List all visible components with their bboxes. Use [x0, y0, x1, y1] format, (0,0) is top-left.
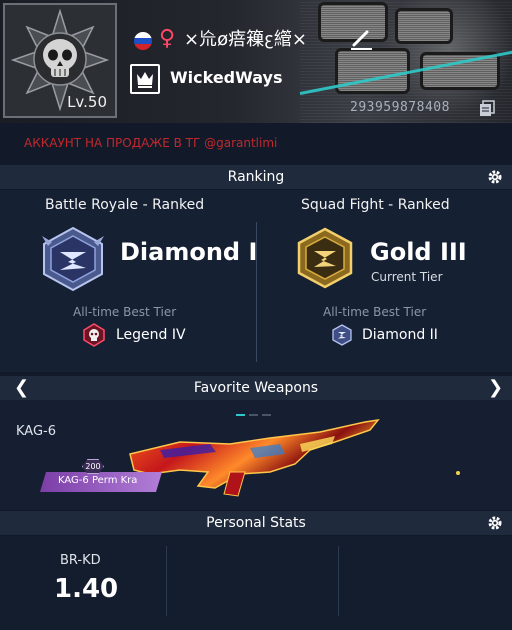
clan-name[interactable]: WickedWays [170, 68, 282, 87]
sf-best-tier: Diamond II [362, 327, 438, 343]
edit-pen-icon[interactable] [348, 28, 374, 52]
next-arrow-icon[interactable]: ❯ [488, 376, 503, 400]
gold-rank-icon[interactable] [294, 227, 356, 289]
diamond-rank-icon[interactable] [38, 224, 108, 294]
br-kd-value: 1.40 [54, 574, 119, 604]
br-best-tier: Legend IV [116, 327, 186, 343]
avatar[interactable]: Lv.50 [3, 3, 117, 118]
stats-divider [338, 546, 339, 616]
br-current-tier: Diamond I [120, 238, 258, 266]
weapons-title: Favorite Weapons [193, 380, 319, 396]
weapon-skin-label: KAG-6 Perm Kra [58, 475, 138, 486]
russia-flag [134, 32, 152, 50]
copy-icon[interactable] [478, 99, 496, 117]
clan-crown-icon[interactable] [130, 64, 160, 94]
player-level: Lv.50 [67, 93, 107, 111]
weapon-skin-image[interactable] [120, 414, 390, 504]
gear-icon[interactable] [487, 515, 503, 531]
sale-notice: АККАУНТ НА ПРОДАЖЕ В ТГ @garantlimi [24, 136, 278, 150]
sf-tier-note: Current Tier [371, 270, 443, 284]
gear-icon[interactable] [487, 169, 503, 185]
player-uid: 293959878408 [350, 100, 450, 115]
player-nickname: ×㠩ø㾦䉓ꜫ䌣× [184, 29, 307, 50]
tv-decoration [335, 48, 410, 94]
weapon-name: KAG-6 [16, 424, 56, 439]
ranking-section-header: Ranking [0, 165, 512, 189]
br-best-label: All-time Best Tier [73, 305, 177, 319]
legend-rank-icon [83, 323, 105, 347]
sf-best-label: All-time Best Tier [323, 305, 427, 319]
stats-title: Personal Stats [206, 515, 306, 531]
diamond-rank-small-icon [332, 324, 352, 346]
stats-divider [166, 546, 167, 616]
sparkle-icon [456, 471, 460, 475]
sf-current-tier: Gold III [370, 238, 467, 266]
br-mode-title: Battle Royale - Ranked [45, 197, 205, 213]
sf-mode-title: Squad Fight - Ranked [301, 197, 450, 213]
weapons-section-header: Favorite Weapons [0, 376, 512, 400]
prev-arrow-icon[interactable]: ❮ [14, 376, 29, 400]
female-icon: ♀ [159, 26, 176, 51]
ranking-title: Ranking [227, 169, 285, 185]
tv-decoration [395, 8, 453, 44]
stats-section-header: Personal Stats [0, 511, 512, 535]
br-kd-label: BR-KD [60, 553, 101, 568]
